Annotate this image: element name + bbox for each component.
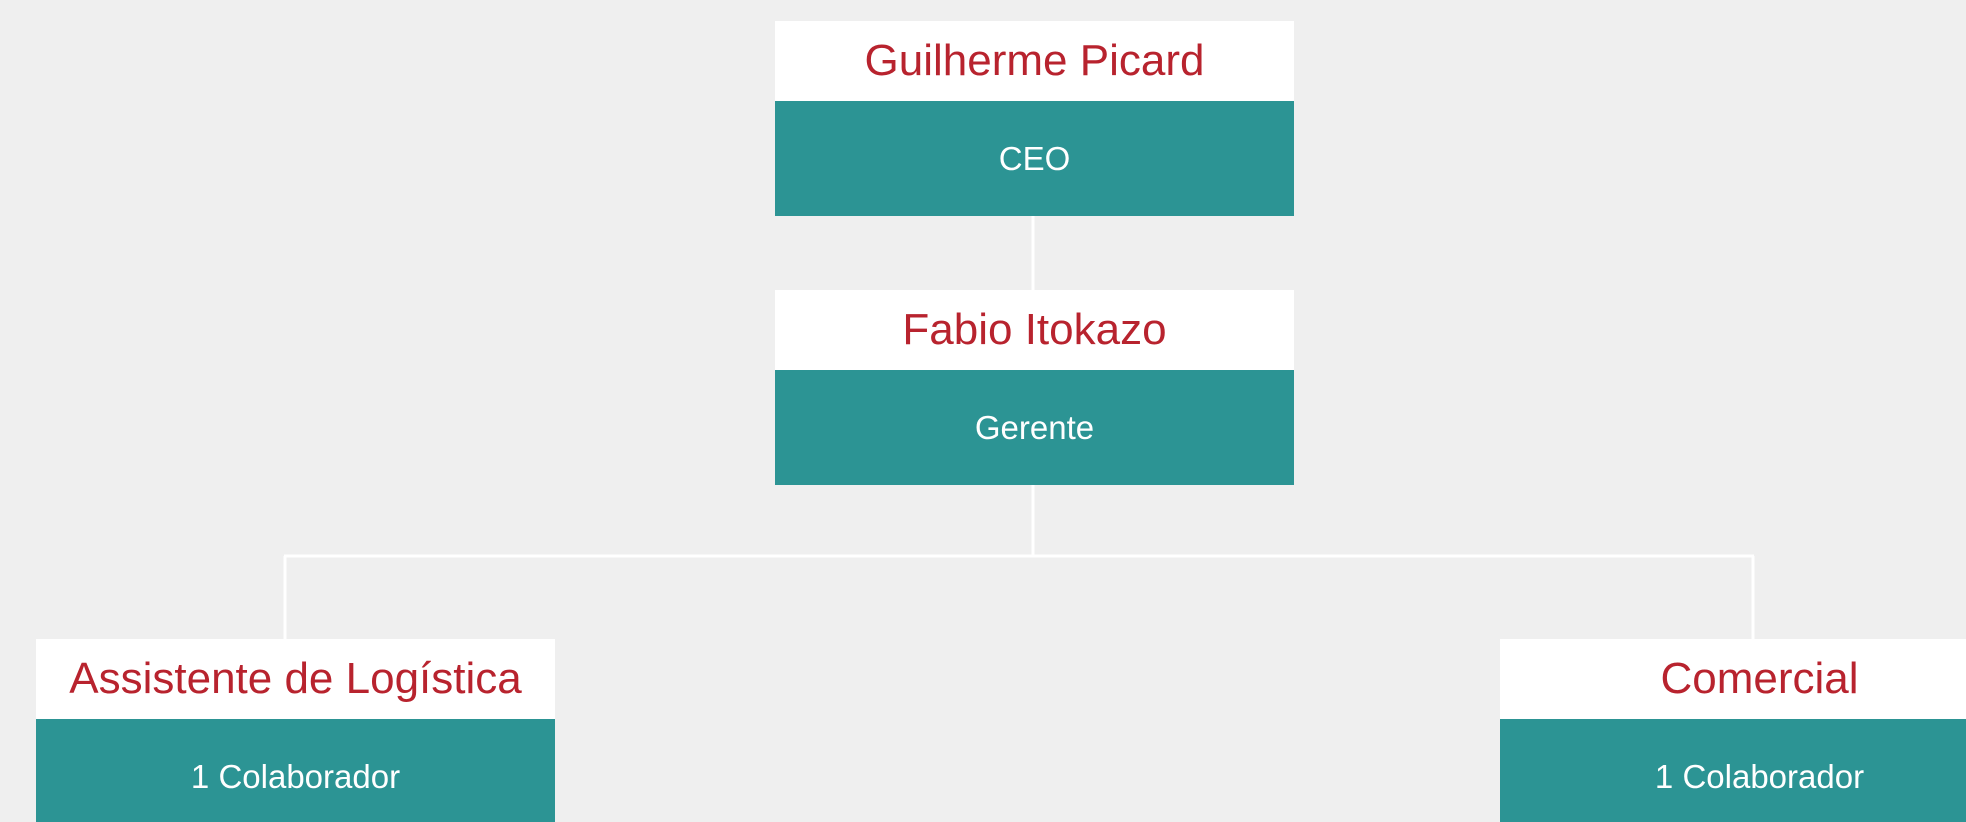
org-chart: Guilherme Picard CEO Fabio Itokazo Geren… — [0, 0, 1966, 822]
node-manager-role: Gerente — [775, 370, 1294, 485]
node-manager: Fabio Itokazo Gerente — [775, 290, 1294, 485]
node-ceo-name: Guilherme Picard — [864, 36, 1205, 85]
node-ceo-role: CEO — [775, 101, 1294, 216]
node-ceo: Guilherme Picard CEO — [775, 21, 1294, 216]
node-commercial-role: 1 Colaborador — [1500, 719, 1966, 822]
node-logistics-name: Assistente de Logística — [69, 654, 522, 703]
node-commercial-name: Comercial — [1660, 654, 1859, 703]
node-logistics-role: 1 Colaborador — [36, 719, 555, 822]
node-manager-name: Fabio Itokazo — [902, 305, 1167, 354]
node-logistics: Assistente de Logística 1 Colaborador — [36, 639, 555, 822]
node-commercial: Comercial 1 Colaborador — [1500, 639, 1966, 822]
